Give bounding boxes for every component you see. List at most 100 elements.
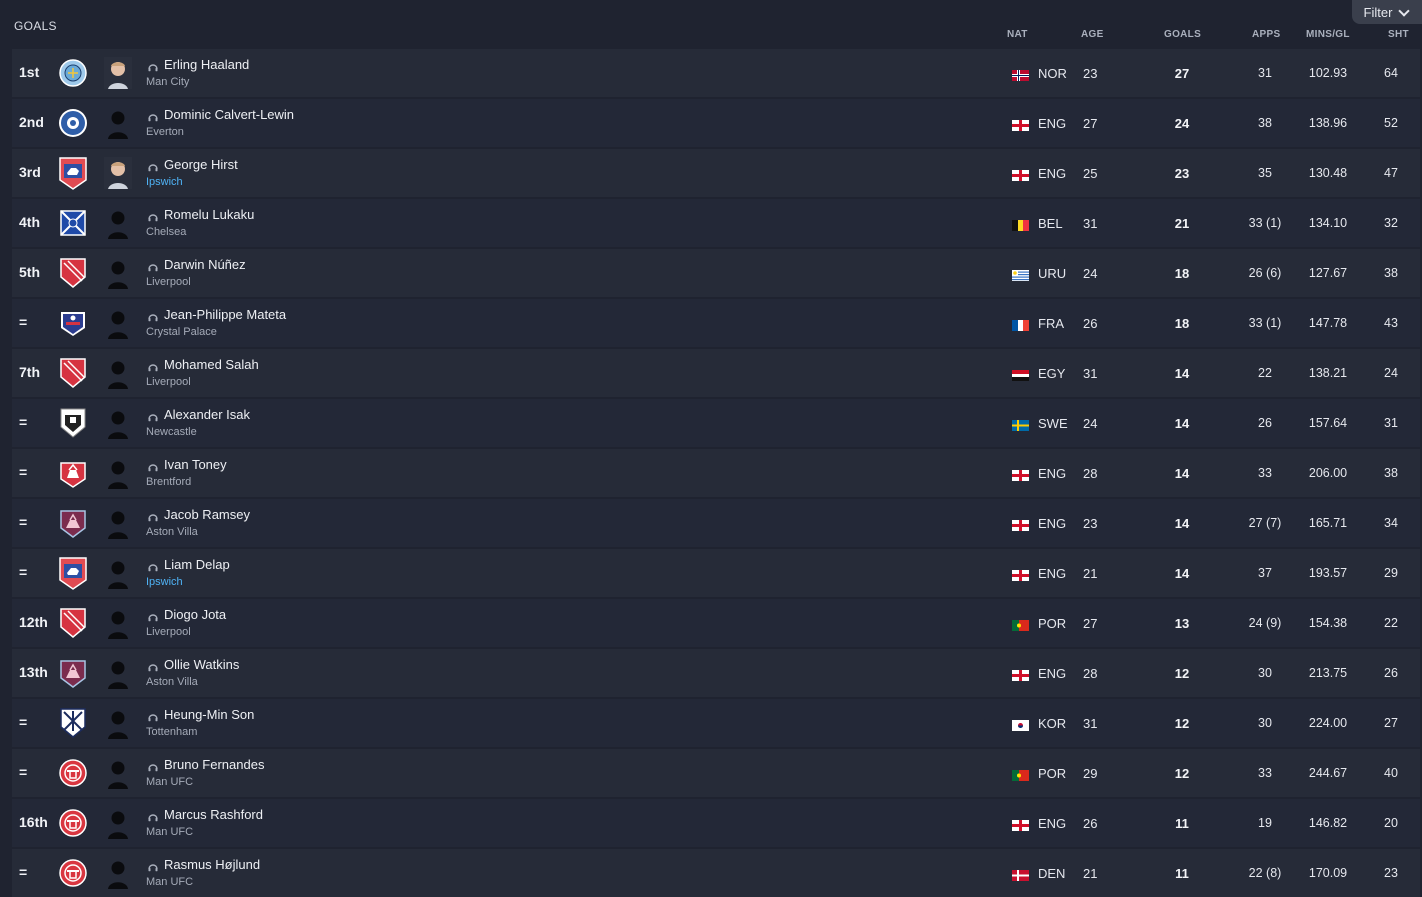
player-name-link[interactable]: George Hirst [164,157,238,172]
club-crest-icon[interactable] [58,557,88,590]
player-name-link[interactable]: Romelu Lukaku [164,207,254,222]
club-crest-icon[interactable] [58,807,88,839]
nation-code[interactable]: DEN [1038,866,1065,881]
club-name-link[interactable]: Brentford [146,476,191,488]
nation-code[interactable]: NOR [1038,66,1067,81]
nation-code[interactable]: POR [1038,616,1066,631]
table-row[interactable]: 7th Mohamed Salah Liverpool EGY 31 14 22 138.21… [12,349,1420,397]
filter-button[interactable]: Filter [1352,0,1422,24]
club-crest-icon[interactable] [58,207,88,239]
club-crest-icon[interactable] [58,157,88,190]
club-crest-icon[interactable] [58,707,88,739]
nation-flag-icon [1012,668,1029,681]
age-value: 26 [1083,316,1098,331]
club-crest-icon[interactable] [58,607,88,639]
table-row[interactable]: 2nd Dominic Calvert-Lewin Everton ENG 27 24 38… [12,99,1420,147]
nation-code[interactable]: ENG [1038,166,1066,181]
club-name-link[interactable]: Aston Villa [146,526,198,538]
club-name-link[interactable]: Liverpool [146,376,191,388]
club-crest-icon[interactable] [58,57,88,89]
club-crest-icon[interactable] [58,857,88,889]
nation-code[interactable]: SWE [1038,416,1068,431]
player-avatar [104,257,132,289]
nation-code[interactable]: FRA [1038,316,1064,331]
club-name-link[interactable]: Ipswich [146,176,183,188]
club-crest-icon[interactable] [58,307,88,339]
club-name-link[interactable]: Aston Villa [146,676,198,688]
table-row[interactable]: = Jean-Philippe Mateta Crystal Palace FRA 26… [12,299,1420,347]
club-crest-icon[interactable] [58,357,88,389]
column-header-nat[interactable]: NAT [1007,29,1028,40]
table-row[interactable]: = Rasmus Højlund Man UFC DEN 21 11 22 (8) 170.0… [12,849,1420,897]
table-row[interactable]: = Heung-Min Son Tottenham KOR 31 12 30 224.00 27 [12,699,1420,747]
club-crest-icon[interactable] [58,457,88,489]
nation-code[interactable]: URU [1038,266,1066,281]
table-row[interactable]: = Ivan Toney Brentford ENG 28 14 33 206.00 38 [12,449,1420,497]
player-name-link[interactable]: Bruno Fernandes [164,757,264,772]
table-row[interactable]: 12th Diogo Jota Liverpool POR 27 13 24 (9) 154.… [12,599,1420,647]
table-row[interactable]: = Jacob Ramsey Aston Villa ENG 23 14 27 (7) 165… [12,499,1420,547]
player-name-link[interactable]: Dominic Calvert-Lewin [164,107,294,122]
club-name-link[interactable]: Crystal Palace [146,326,217,338]
table-row[interactable]: 4th Romelu Lukaku Chelsea BEL 31 21 33 (1) 134.… [12,199,1420,247]
table-row[interactable]: = Bruno Fernandes Man UFC POR 29 12 33 244.67 40 [12,749,1420,797]
club-crest-icon[interactable] [58,107,88,139]
column-header-shots[interactable]: SHT [1388,29,1409,40]
nation-code[interactable]: ENG [1038,466,1066,481]
club-name-link[interactable]: Everton [146,126,184,138]
table-row[interactable]: 13th Ollie Watkins Aston Villa ENG 28 12 30 213… [12,649,1420,697]
shots-value: 38 [1384,466,1398,480]
nation-code[interactable]: EGY [1038,366,1065,381]
player-name-link[interactable]: Rasmus Højlund [164,857,260,872]
club-name-link[interactable]: Ipswich [146,576,183,588]
club-name-link[interactable]: Man UFC [146,776,193,788]
club-name-link[interactable]: Man City [146,76,189,88]
player-name-link[interactable]: Jean-Philippe Mateta [164,307,286,322]
nation-code[interactable]: ENG [1038,566,1066,581]
player-name-link[interactable]: Mohamed Salah [164,357,259,372]
table-row[interactable]: = Alexander Isak Newcastle SWE 24 14 26 157.64 3… [12,399,1420,447]
shots-value: 40 [1384,766,1398,780]
column-header-age[interactable]: AGE [1081,29,1104,40]
table-row[interactable]: = Liam Delap Ipswich ENG 21 14 37 193.57 29 [12,549,1420,597]
nation-code[interactable]: ENG [1038,116,1066,131]
club-crest-icon[interactable] [58,507,88,539]
club-name-link[interactable]: Chelsea [146,226,186,238]
club-crest-icon[interactable] [58,657,88,689]
club-name-link[interactable]: Liverpool [146,626,191,638]
club-crest-icon[interactable] [58,757,88,789]
player-avatar [104,507,132,539]
headset-icon [148,260,158,271]
table-row[interactable]: 1st Erling Haaland Man City NOR 23 27 31 102.93… [12,49,1420,97]
nation-code[interactable]: ENG [1038,816,1066,831]
nation-code[interactable]: KOR [1038,716,1066,731]
player-name-link[interactable]: Erling Haaland [164,57,249,72]
club-name-link[interactable]: Newcastle [146,426,197,438]
player-name-link[interactable]: Liam Delap [164,557,230,572]
nation-code[interactable]: BEL [1038,216,1063,231]
table-row[interactable]: 3rd George Hirst Ipswich ENG 25 23 35 130.48 47 [12,149,1420,197]
nation-code[interactable]: ENG [1038,516,1066,531]
player-name-link[interactable]: Ollie Watkins [164,657,239,672]
nation-code[interactable]: ENG [1038,666,1066,681]
player-name-link[interactable]: Ivan Toney [164,457,227,472]
player-name-link[interactable]: Darwin Núñez [164,257,246,272]
player-name-link[interactable]: Diogo Jota [164,607,226,622]
table-row[interactable]: 16th Marcus Rashford Man UFC ENG 26 11 19 146.8… [12,799,1420,847]
club-crest-icon[interactable] [58,407,88,439]
column-header-goals[interactable]: GOALS [1164,29,1201,40]
player-name-link[interactable]: Marcus Rashford [164,807,263,822]
club-name-link[interactable]: Man UFC [146,826,193,838]
club-name-link[interactable]: Tottenham [146,726,197,738]
column-header-mins-per-goal[interactable]: MINS/GL [1306,29,1350,40]
player-name-link[interactable]: Alexander Isak [164,407,250,422]
club-name-link[interactable]: Man UFC [146,876,193,888]
table-row[interactable]: 5th Darwin Núñez Liverpool URU 24 18 26 (6) 127… [12,249,1420,297]
club-crest-icon[interactable] [58,257,88,289]
player-name-link[interactable]: Jacob Ramsey [164,507,250,522]
club-name-link[interactable]: Liverpool [146,276,191,288]
column-header-apps[interactable]: APPS [1252,29,1280,40]
player-name-link[interactable]: Heung-Min Son [164,707,254,722]
nation-flag-icon [1012,268,1029,281]
nation-code[interactable]: POR [1038,766,1066,781]
